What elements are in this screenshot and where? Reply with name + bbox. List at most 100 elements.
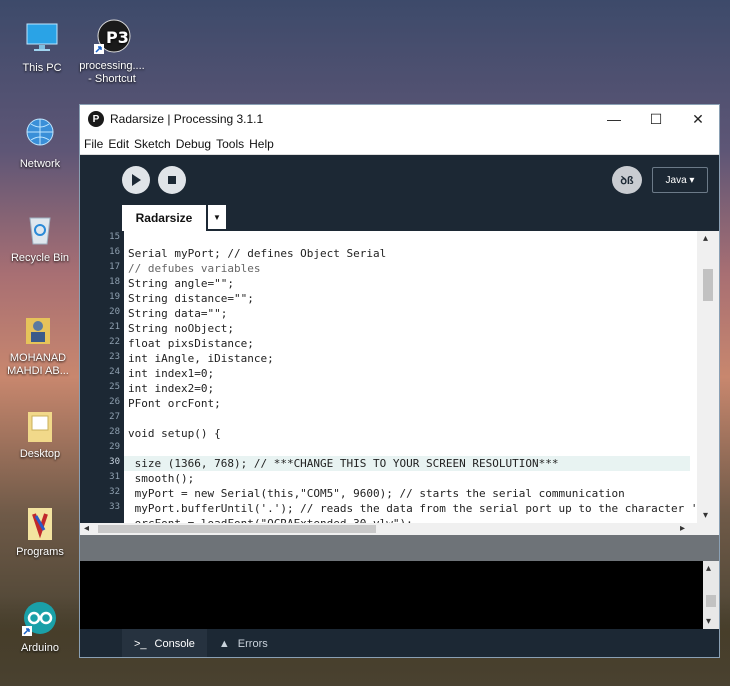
arduino-icon [20,598,60,638]
console-scrollbar[interactable]: ▴ ▾ [703,561,719,629]
tab-row: Radarsize ▼ [80,205,719,231]
line-number: 21 [109,322,120,332]
svg-text:P3: P3 [106,28,129,47]
line-number: 15 [109,232,120,242]
window-titlebar[interactable]: P Radarsize | Processing 3.1.1 — ☐ ✕ [80,105,719,133]
horizontal-scroll-thumb[interactable] [98,525,376,533]
scroll-right-icon[interactable]: ▸ [680,523,685,534]
desktop-icon-label: Network [19,158,61,170]
line-number: 16 [109,247,120,257]
stop-icon [168,176,176,184]
line-number: 24 [109,367,120,377]
console-footer: >_ Console ▲ Errors [80,629,719,657]
code-line: Serial myPort; // defines Object Serial [128,247,387,260]
debugger-button[interactable]: ꝺß [612,166,642,194]
desktop-folder-icon [20,404,60,444]
line-number: 27 [109,412,120,422]
line-number: 20 [109,307,120,317]
console-scroll-thumb[interactable] [706,595,716,607]
code-line: int index1=0; [128,367,215,380]
code-line: String angle=""; [128,277,234,290]
console-output[interactable]: ▴ ▾ [80,561,719,629]
close-button[interactable]: ✕ [677,111,719,128]
line-number: 23 [109,352,120,362]
code-line: myPort = new Serial(this,"COM5", 9600); … [128,487,625,500]
code-line: float pixsDistance; [128,337,254,350]
tab-radarsize[interactable]: Radarsize [122,205,206,231]
toolbar: ꝺß Java ▾ [80,155,719,205]
code-line: // defubes variables [128,262,261,275]
menu-sketch[interactable]: Sketch [134,137,171,151]
desktop-icon-this-pc[interactable]: This PC [6,18,78,75]
line-number: 25 [109,382,120,392]
console-icon: >_ [134,638,147,650]
desktop-icon-label: Programs [16,546,64,558]
code-line: String data=""; [128,307,228,320]
line-number: 19 [109,292,120,302]
user-folder-icon [18,308,58,348]
desktop-icon-label: MOHANAD MAHDI AB... [7,352,69,377]
tab-errors-label: Errors [237,638,268,650]
line-number: 17 [109,262,120,272]
processing-app-icon: P [88,111,104,127]
desktop-icon-recycle-bin[interactable]: Recycle Bin [4,208,76,265]
line-number: 33 [109,502,120,512]
code-line: PFont orcFont; [128,397,221,410]
desktop-icon-processing-shortcut[interactable]: P3 processing.... - Shortcut [76,16,148,86]
desktop-icon-label: This PC [22,62,62,74]
tab-errors[interactable]: ▲ Errors [207,629,280,657]
tab-menu-button[interactable]: ▼ [208,205,226,229]
code-line: String noObject; [128,322,234,335]
warning-icon: ▲ [218,638,230,650]
vertical-scroll-thumb[interactable] [703,269,713,301]
line-number-current: 30 [109,457,120,467]
desktop-icon-network[interactable]: Network [4,114,76,171]
line-number: 26 [109,397,120,407]
network-globe-icon [20,114,60,154]
code-line: myPort.bufferUntil('.'); // reads the da… [128,502,698,515]
scroll-left-icon[interactable]: ◂ [84,523,89,534]
processing-icon: P3 [92,16,132,56]
maximize-button[interactable]: ☐ [635,111,677,128]
stop-button[interactable] [158,166,186,194]
line-number-gutter: 15 16 17 18 19 20 21 22 23 24 25 26 27 2… [80,231,124,523]
scroll-down-icon[interactable]: ▾ [706,616,711,627]
code-line: void setup() { [128,427,221,440]
processing-window: P Radarsize | Processing 3.1.1 — ☐ ✕ Fil… [79,104,720,658]
scroll-down-icon[interactable]: ▾ [703,510,708,521]
scroll-up-icon[interactable]: ▴ [703,233,708,244]
desktop-icon-label: Desktop [19,448,61,460]
window-title: Radarsize | Processing 3.1.1 [110,112,264,126]
tab-console[interactable]: >_ Console [122,629,207,657]
line-number: 28 [109,427,120,437]
code-editor[interactable]: 15 16 17 18 19 20 21 22 23 24 25 26 27 2… [80,231,719,535]
minimize-button[interactable]: — [593,111,635,128]
code-line: int index2=0; [128,382,215,395]
editor-vertical-scrollbar[interactable]: ▴ ▾ [697,231,719,523]
desktop-icon-programs[interactable]: Programs [4,502,76,559]
desktop-icon-label: processing.... - Shortcut [79,60,145,85]
menu-help[interactable]: Help [249,137,274,151]
menu-bar: File Edit Sketch Debug Tools Help [80,133,719,155]
code-line: int iAngle, iDistance; [128,352,274,365]
tab-console-label: Console [154,638,195,650]
play-icon [132,174,141,186]
code-line: orcFont = loadFont("OCRAExtended-30.vlw"… [128,516,413,523]
menu-tools[interactable]: Tools [216,137,244,151]
line-number: 18 [109,277,120,287]
scroll-up-icon[interactable]: ▴ [706,563,711,574]
code-line: size (1366, 768); // ***CHANGE THIS TO Y… [128,457,559,470]
mode-select[interactable]: Java ▾ [652,167,708,193]
run-button[interactable] [122,166,150,194]
recycle-bin-icon [20,208,60,248]
desktop-icon-arduino[interactable]: Arduino [4,598,76,655]
menu-debug[interactable]: Debug [176,137,211,151]
monitor-icon [22,18,62,58]
menu-edit[interactable]: Edit [108,137,129,151]
desktop-icon-desktop-folder[interactable]: Desktop [4,404,76,461]
menu-file[interactable]: File [84,137,103,151]
line-number: 32 [109,487,120,497]
line-number: 29 [109,442,120,452]
editor-horizontal-scrollbar[interactable]: ◂ ▸ [80,523,719,535]
desktop-icon-user-folder[interactable]: MOHANAD MAHDI AB... [2,308,74,378]
